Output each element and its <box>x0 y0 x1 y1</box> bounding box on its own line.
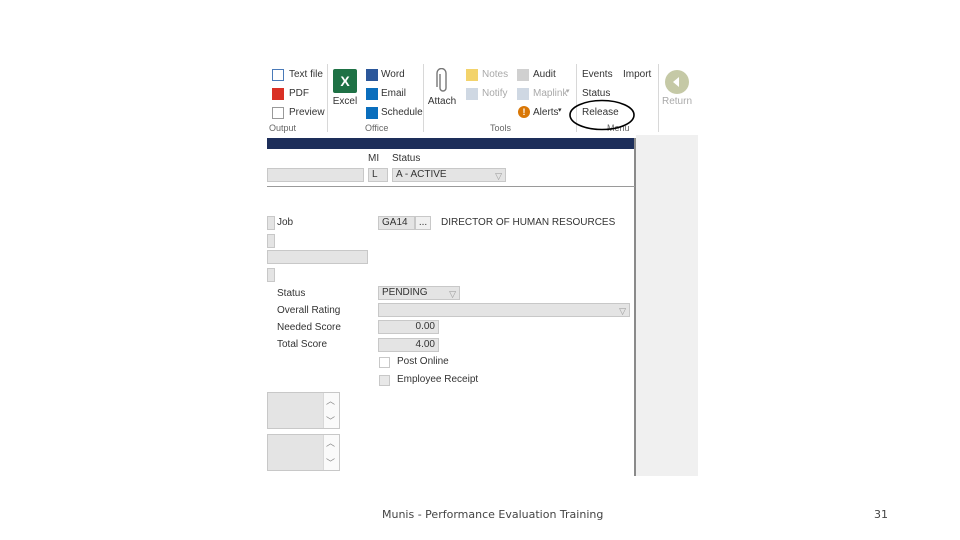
overall-rating-label: Overall Rating <box>277 305 341 316</box>
needed-score-label: Needed Score <box>277 322 341 333</box>
dropdown-arrow-icon: ▽ <box>495 171 502 181</box>
office-group-label: Office <box>365 123 389 133</box>
needed-score-field[interactable]: 0.00 <box>378 320 439 334</box>
employee-status-value: A - ACTIVE <box>396 169 447 180</box>
attach-button[interactable]: Attach <box>427 96 457 107</box>
annotation-circle <box>569 99 635 131</box>
ribbon-toolbar: Text file PDF Preview Output X Excel Wor… <box>267 62 698 135</box>
comments-textarea-1[interactable]: ︿ ﹀ <box>267 392 340 429</box>
text-file-button[interactable]: Text file <box>289 69 323 81</box>
scrollbar[interactable]: ︿ ﹀ <box>323 435 339 470</box>
events-button[interactable]: Events <box>582 69 613 81</box>
tools-group-label: Tools <box>490 123 512 133</box>
alerts-dropdown-icon[interactable]: ▾ <box>558 105 562 117</box>
employee-receipt-label: Employee Receipt <box>397 374 479 385</box>
right-gutter <box>636 135 698 476</box>
previous-field[interactable] <box>267 168 364 182</box>
employee-receipt-checkbox[interactable] <box>379 375 390 386</box>
job-lookup-button[interactable]: ... <box>415 216 431 230</box>
left-field-3[interactable] <box>267 250 368 264</box>
job-code-field[interactable]: GA14 <box>378 216 415 230</box>
scroll-up-icon[interactable]: ︿ <box>326 436 335 449</box>
header-bar <box>267 138 635 149</box>
audit-button[interactable]: Audit <box>533 69 556 81</box>
paperclip-icon <box>436 68 447 92</box>
total-score-field[interactable]: 4.00 <box>378 338 439 352</box>
output-group-label: Output <box>269 123 297 133</box>
total-score-label: Total Score <box>277 339 328 350</box>
maplink-icon <box>517 88 529 100</box>
header-divider <box>267 186 635 187</box>
return-button[interactable]: Return <box>660 96 694 107</box>
ribbon-separator <box>423 64 424 132</box>
ribbon-separator <box>658 64 659 132</box>
evaluation-status-select[interactable]: PENDING ▽ <box>378 286 460 300</box>
notes-icon <box>466 69 478 81</box>
slide-caption: Munis - Performance Evaluation Training <box>382 508 604 521</box>
notify-button[interactable]: Notify <box>482 88 508 100</box>
ribbon-separator <box>327 64 328 132</box>
alerts-button[interactable]: Alerts <box>533 107 559 119</box>
slide-page-number: 31 <box>874 508 888 521</box>
post-online-label: Post Online <box>397 356 449 367</box>
pdf-button[interactable]: PDF <box>289 88 309 100</box>
dropdown-arrow-icon: ▽ <box>449 289 456 299</box>
excel-button[interactable]: Excel <box>332 96 358 107</box>
back-arrow-icon <box>665 70 689 94</box>
text-file-icon <box>272 69 284 81</box>
scrollbar[interactable]: ︿ ﹀ <box>323 393 339 428</box>
import-button[interactable]: Import <box>623 69 651 81</box>
evaluation-status-value: PENDING <box>382 287 428 298</box>
audit-icon <box>517 69 529 81</box>
status-header-label: Status <box>392 153 421 164</box>
job-title-text: DIRECTOR OF HUMAN RESOURCES <box>441 217 616 228</box>
dropdown-arrow-icon: ▽ <box>619 306 626 316</box>
left-field-4[interactable] <box>267 268 275 282</box>
schedule-button[interactable]: Schedule <box>381 107 423 119</box>
email-button[interactable]: Email <box>381 88 406 100</box>
munis-window: Text file PDF Preview Output X Excel Wor… <box>267 62 698 476</box>
word-button[interactable]: Word <box>381 69 405 81</box>
preview-icon <box>272 107 284 119</box>
excel-icon: X <box>333 69 357 93</box>
post-online-checkbox[interactable] <box>379 357 390 368</box>
maplink-button[interactable]: Maplink <box>533 88 567 100</box>
left-field-1[interactable] <box>267 216 275 230</box>
mi-label: MI <box>368 153 380 164</box>
comments-textarea-2[interactable]: ︿ ﹀ <box>267 434 340 471</box>
schedule-icon <box>366 107 378 119</box>
notes-button[interactable]: Notes <box>482 69 508 81</box>
job-label: Job <box>277 217 294 228</box>
mi-field[interactable]: L <box>368 168 388 182</box>
panel-border <box>634 138 636 476</box>
alert-icon: ! <box>518 106 530 118</box>
email-icon <box>366 88 378 100</box>
preview-button[interactable]: Preview <box>289 107 325 119</box>
overall-rating-select[interactable]: ▽ <box>378 303 630 317</box>
word-icon <box>366 69 378 81</box>
notify-icon <box>466 88 478 100</box>
evaluation-status-label: Status <box>277 288 306 299</box>
pdf-icon <box>272 88 284 100</box>
scroll-up-icon[interactable]: ︿ <box>326 394 335 407</box>
left-field-2[interactable] <box>267 234 275 248</box>
maplink-dropdown-icon[interactable]: ▾ <box>566 86 570 98</box>
scroll-down-icon[interactable]: ﹀ <box>326 414 335 427</box>
scroll-down-icon[interactable]: ﹀ <box>326 456 335 469</box>
employee-status-select[interactable]: A - ACTIVE ▽ <box>392 168 506 182</box>
